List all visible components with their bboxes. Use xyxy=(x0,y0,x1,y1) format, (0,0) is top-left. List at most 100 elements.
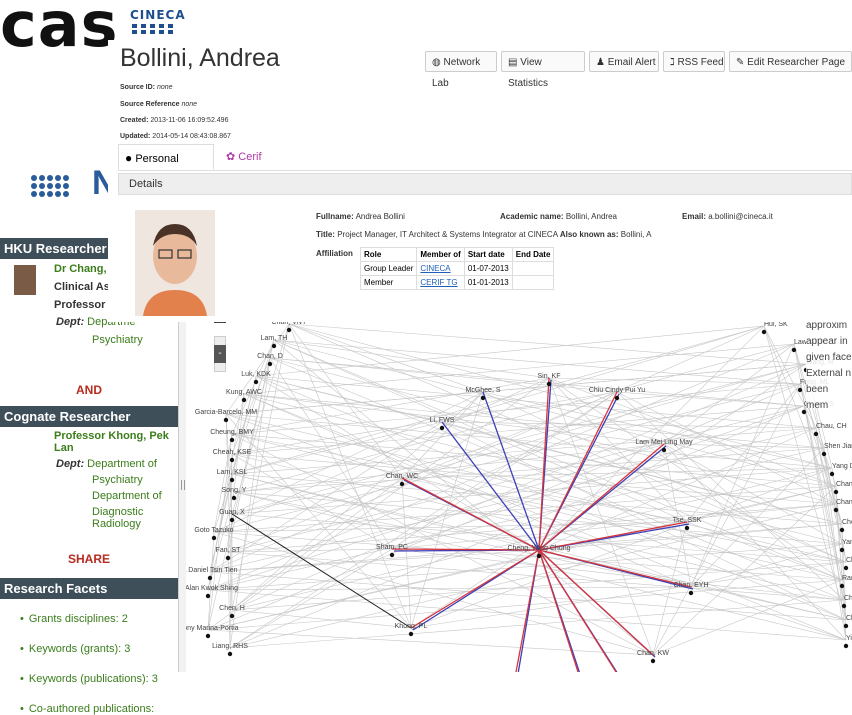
graph-node-label[interactable]: Song, Y xyxy=(222,487,247,494)
graph-node[interactable] xyxy=(841,603,847,609)
email-value[interactable]: a.bollini@cineca.it xyxy=(708,212,773,221)
graph-node[interactable] xyxy=(253,379,259,385)
graph-node[interactable] xyxy=(839,527,845,533)
graph-node[interactable] xyxy=(207,575,213,581)
graph-node-label[interactable]: Chan, D xyxy=(257,353,283,360)
graph-node-label[interactable]: Hui, SK xyxy=(764,321,788,328)
graph-node[interactable] xyxy=(843,623,849,629)
cognate-dept-3[interactable]: Department of xyxy=(0,490,178,502)
graph-node-label[interactable]: Chau, CH xyxy=(816,423,847,430)
graph-node-label[interactable]: Cheung, BMY xyxy=(210,429,254,436)
network-graph[interactable]: Chan, VNY Lam, TH Chan, D Luk, KDK Kung, AWC… xyxy=(186,318,852,672)
graph-node-label[interactable]: a Daniel Tsin Tien xyxy=(186,567,238,574)
graph-node[interactable] xyxy=(229,613,235,619)
graph-node[interactable] xyxy=(480,395,486,401)
graph-node-label[interactable]: Yip, PSF xyxy=(846,635,852,642)
cell-member-of[interactable]: CERIF TG xyxy=(416,275,465,290)
graph-node[interactable] xyxy=(229,457,235,463)
cognate-dept-2[interactable]: Psychiatry xyxy=(0,474,178,486)
graph-node-label[interactable]: Li, FWS xyxy=(430,417,455,424)
graph-node[interactable] xyxy=(399,481,405,487)
facet-item[interactable]: Keywords (publications): 3 xyxy=(20,673,178,685)
graph-node-label[interactable]: Chan, KW xyxy=(637,650,669,657)
graph-node[interactable] xyxy=(389,552,395,558)
graph-node-label[interactable]: Chan, WC xyxy=(386,473,418,480)
graph-node-label[interactable]: Cheng, Wing Chung xyxy=(507,545,570,552)
graph-node-label[interactable]: Cheung, xyxy=(844,595,852,602)
graph-node[interactable] xyxy=(225,555,231,561)
graph-node[interactable] xyxy=(650,658,656,664)
hku-dept-2[interactable]: Psychiatry xyxy=(92,334,143,346)
graph-node-label[interactable]: McGhee, S xyxy=(465,387,500,394)
graph-node-label[interactable]: Guan, X xyxy=(219,509,245,516)
zoom-out-button[interactable]: - xyxy=(214,345,226,363)
graph-node-label[interactable]: Khong, PL xyxy=(395,623,428,630)
graph-node-label[interactable]: Lam Mei Ling May xyxy=(635,439,693,446)
graph-node[interactable] xyxy=(833,507,839,513)
graph-node[interactable] xyxy=(791,347,797,353)
graph-node-label[interactable]: Chung, K xyxy=(846,615,852,622)
graph-node[interactable] xyxy=(614,395,620,401)
graph-node-label[interactable]: Kung, AWC xyxy=(226,389,262,396)
graph-node-label[interactable]: Tse, SSK xyxy=(673,517,702,524)
graph-node[interactable] xyxy=(829,471,835,477)
graph-node[interactable] xyxy=(286,327,292,333)
graph-node[interactable] xyxy=(536,553,542,559)
graph-node[interactable] xyxy=(684,525,690,531)
graph-node[interactable] xyxy=(227,651,233,657)
graph-node[interactable] xyxy=(241,397,247,403)
rss-feed-button[interactable]: ℷ RSS Feed xyxy=(663,51,725,72)
graph-node-label[interactable]: Luk, KDK xyxy=(241,371,271,378)
graph-node-label[interactable]: Chua, J xyxy=(846,557,852,564)
network-lab-button[interactable]: ◍ Network Lab xyxy=(425,51,497,89)
email-alert-button[interactable]: ♟ Email Alert xyxy=(589,51,659,72)
facet-item[interactable]: Keywords (grants): 3 xyxy=(20,643,178,655)
graph-node-label[interactable]: Cheah, KSE xyxy=(213,449,252,456)
graph-node-label[interactable]: Chan, L xyxy=(836,499,852,506)
facet-item[interactable]: Grants disciplines: 2 xyxy=(20,613,178,625)
graph-node-label[interactable]: Fan, ST xyxy=(216,547,242,554)
graph-node[interactable] xyxy=(205,633,211,639)
graph-node[interactable] xyxy=(839,547,845,553)
graph-node-label[interactable]: Che, C xyxy=(842,519,852,526)
graph-node[interactable] xyxy=(271,343,277,349)
graph-node[interactable] xyxy=(229,437,235,443)
graph-node-label[interactable]: Garcia-Barcelo, MM xyxy=(195,409,257,416)
graph-node-label[interactable]: Chen, EYH xyxy=(673,582,708,589)
graph-node[interactable] xyxy=(229,517,235,523)
tab-cerif[interactable]: ✿ Cerif xyxy=(226,144,286,170)
edit-researcher-page-button[interactable]: ✎ Edit Researcher Page xyxy=(729,51,852,72)
view-statistics-button[interactable]: ▤ View Statistics xyxy=(501,51,585,89)
facet-item[interactable]: Co-authored publications: xyxy=(20,703,178,715)
graph-node[interactable] xyxy=(839,583,845,589)
graph-node[interactable] xyxy=(843,643,849,649)
graph-node-label[interactable]: ig Alan Kwok Shing xyxy=(186,585,238,592)
graph-node[interactable] xyxy=(546,381,552,387)
graph-node-label[interactable]: Chen, H xyxy=(219,605,245,612)
graph-node[interactable] xyxy=(761,329,767,335)
graph-node[interactable] xyxy=(813,431,819,437)
graph-node-label[interactable]: Sham, PC xyxy=(376,544,408,551)
graph-node-label[interactable]: Chiu Cindy Pui Yu xyxy=(589,387,645,394)
graph-node[interactable] xyxy=(843,565,849,571)
graph-node-label[interactable]: Sin, KF xyxy=(538,373,561,380)
graph-node[interactable] xyxy=(205,593,211,599)
graph-node[interactable] xyxy=(231,495,237,501)
graph-node[interactable] xyxy=(797,387,803,393)
graph-node[interactable] xyxy=(688,590,694,596)
graph-node-label[interactable]: Liang, RHS xyxy=(212,643,248,650)
graph-node[interactable] xyxy=(211,535,217,541)
cognate-dept-1[interactable]: Department of xyxy=(87,458,157,470)
graph-node-label[interactable]: Shen Jiangang xyxy=(824,443,852,450)
graph-node-label[interactable]: Ran, N xyxy=(842,575,852,582)
cognate-dept-4[interactable]: Diagnostic Radiology xyxy=(0,506,178,530)
graph-node-label[interactable]: Yan, EC xyxy=(842,539,852,546)
graph-node-label[interactable]: Yang Dan xyxy=(832,463,852,470)
graph-node[interactable] xyxy=(223,417,229,423)
graph-node[interactable] xyxy=(439,425,445,431)
graph-node[interactable] xyxy=(267,361,273,367)
graph-node-label[interactable]: Lam, TH xyxy=(261,335,288,342)
graph-node[interactable] xyxy=(833,489,839,495)
graph-node-label[interactable]: Lam, KSL xyxy=(217,469,248,476)
graph-node[interactable] xyxy=(229,477,235,483)
